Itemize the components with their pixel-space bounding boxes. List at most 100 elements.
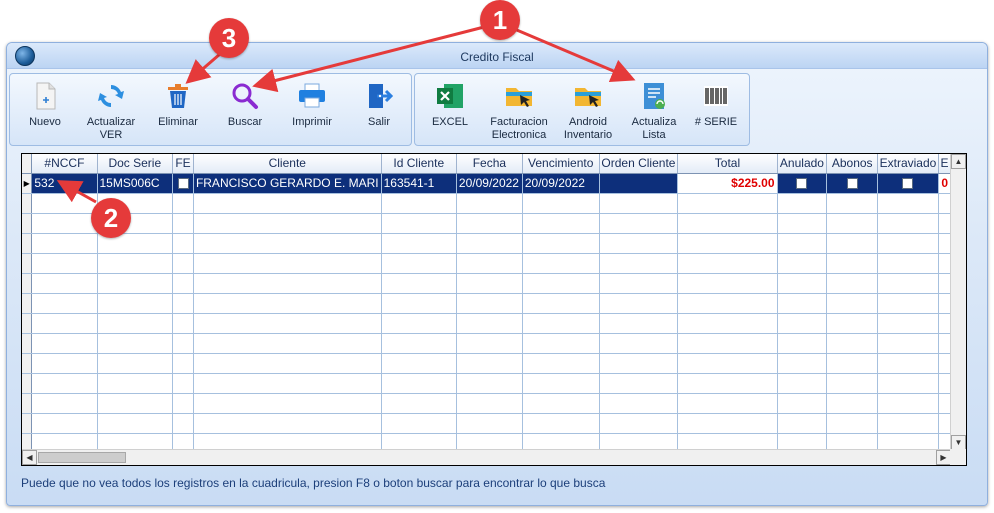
grid-cell[interactable]	[193, 293, 382, 314]
grid-cell[interactable]	[456, 253, 523, 274]
scroll-right-icon[interactable]: ▶	[936, 450, 951, 465]
grid-cell[interactable]	[938, 373, 951, 394]
grid-cell[interactable]	[877, 293, 939, 314]
grid-cell[interactable]	[31, 233, 98, 254]
android-inventario-button[interactable]: Android Inventario	[557, 78, 619, 144]
grid-cell[interactable]	[938, 393, 951, 414]
grid-cell[interactable]	[31, 313, 98, 334]
grid-cell[interactable]	[193, 353, 382, 374]
grid-cell[interactable]	[193, 373, 382, 394]
grid-cell[interactable]	[599, 373, 679, 394]
grid-cell[interactable]	[456, 233, 523, 254]
grid-cell[interactable]	[172, 233, 194, 254]
grid-cell[interactable]	[938, 333, 951, 354]
grid-cell[interactable]	[826, 313, 879, 334]
grid-cell[interactable]	[172, 373, 194, 394]
grid-cell[interactable]	[599, 353, 679, 374]
grid-cell[interactable]	[31, 333, 98, 354]
grid-cell[interactable]	[826, 293, 879, 314]
grid-cell[interactable]	[938, 213, 951, 234]
grid-cell[interactable]	[172, 253, 194, 274]
grid-cell[interactable]	[677, 393, 778, 414]
grid-cell[interactable]	[172, 433, 194, 450]
grid-cell[interactable]	[381, 273, 457, 294]
grid-cell[interactable]	[172, 213, 194, 234]
grid-cell[interactable]	[599, 333, 679, 354]
grid-cell[interactable]	[456, 293, 523, 314]
grid-cell[interactable]	[877, 393, 939, 414]
scroll-down-icon[interactable]: ▼	[951, 435, 966, 450]
buscar-button[interactable]: Buscar	[214, 78, 276, 144]
credito-fiscal-grid[interactable]: #NCCF Doc Serie FE Cliente Id Cliente Fe…	[21, 153, 967, 466]
grid-cell[interactable]	[677, 253, 778, 274]
col-header-total[interactable]: Total	[677, 154, 778, 174]
grid-cell[interactable]	[938, 293, 951, 314]
grid-cell[interactable]	[31, 213, 98, 234]
grid-cell[interactable]	[381, 253, 457, 274]
grid-cell[interactable]	[777, 353, 828, 374]
grid-cell[interactable]	[877, 253, 939, 274]
grid-cell[interactable]	[193, 213, 382, 234]
grid-cell[interactable]	[677, 273, 778, 294]
vertical-scrollbar[interactable]: ▲ ▼	[950, 154, 966, 450]
grid-cell[interactable]	[522, 253, 600, 274]
extraviado-checkbox[interactable]	[902, 178, 914, 190]
grid-cell[interactable]	[826, 353, 879, 374]
grid-cell[interactable]	[522, 393, 600, 414]
anulado-checkbox[interactable]	[796, 178, 808, 190]
grid-cell[interactable]	[599, 433, 679, 450]
horizontal-scroll-thumb[interactable]	[38, 452, 126, 463]
grid-cell[interactable]	[777, 393, 828, 414]
grid-cell[interactable]	[522, 333, 600, 354]
grid-cell[interactable]	[777, 433, 828, 450]
table-row[interactable]	[22, 393, 951, 414]
grid-cell[interactable]	[522, 293, 600, 314]
grid-cell[interactable]	[456, 273, 523, 294]
grid-cell[interactable]	[677, 353, 778, 374]
grid-cell[interactable]	[172, 333, 194, 354]
cell-nccf[interactable]: 532	[31, 173, 98, 194]
table-row[interactable]	[22, 433, 951, 450]
grid-cell[interactable]	[172, 353, 194, 374]
cell-fecha[interactable]: 20/09/2022	[456, 173, 523, 194]
excel-button[interactable]: EXCEL	[419, 78, 481, 144]
grid-cell[interactable]	[522, 213, 600, 234]
grid-cell[interactable]	[172, 193, 194, 214]
grid-cell[interactable]	[938, 253, 951, 274]
grid-cell[interactable]	[381, 333, 457, 354]
grid-cell[interactable]	[172, 313, 194, 334]
col-header-fe[interactable]: FE	[172, 154, 194, 174]
col-header-e[interactable]: E	[938, 154, 951, 174]
col-header-id-cliente[interactable]: Id Cliente	[381, 154, 457, 174]
grid-cell[interactable]	[938, 413, 951, 434]
col-header-doc-serie[interactable]: Doc Serie	[97, 154, 174, 174]
grid-cell[interactable]	[193, 193, 382, 214]
col-header-extraviado[interactable]: Extraviado	[877, 154, 939, 174]
grid-cell[interactable]	[172, 293, 194, 314]
scroll-left-icon[interactable]: ◀	[22, 450, 37, 465]
actualiza-lista-button[interactable]: Actualiza Lista	[623, 78, 685, 144]
salir-button[interactable]: Salir	[348, 78, 410, 144]
grid-cell[interactable]	[456, 333, 523, 354]
grid-cell[interactable]	[677, 213, 778, 234]
grid-cell[interactable]	[777, 273, 828, 294]
grid-cell[interactable]	[777, 253, 828, 274]
grid-cell[interactable]	[193, 233, 382, 254]
grid-cell[interactable]	[172, 273, 194, 294]
grid-cell[interactable]	[826, 393, 879, 414]
grid-cell[interactable]	[31, 433, 98, 450]
col-header-nccf[interactable]: #NCCF	[31, 154, 98, 174]
cell-fe[interactable]	[172, 173, 194, 194]
imprimir-button[interactable]: Imprimir	[281, 78, 343, 144]
table-row[interactable]	[22, 213, 951, 234]
grid-cell[interactable]	[777, 413, 828, 434]
grid-cell[interactable]	[777, 373, 828, 394]
grid-cell[interactable]	[522, 413, 600, 434]
grid-cell[interactable]	[677, 433, 778, 450]
grid-cell[interactable]	[193, 313, 382, 334]
grid-cell[interactable]	[938, 233, 951, 254]
grid-cell[interactable]	[97, 353, 174, 374]
grid-cell[interactable]	[826, 213, 879, 234]
grid-cell[interactable]	[599, 313, 679, 334]
grid-cell[interactable]	[877, 353, 939, 374]
